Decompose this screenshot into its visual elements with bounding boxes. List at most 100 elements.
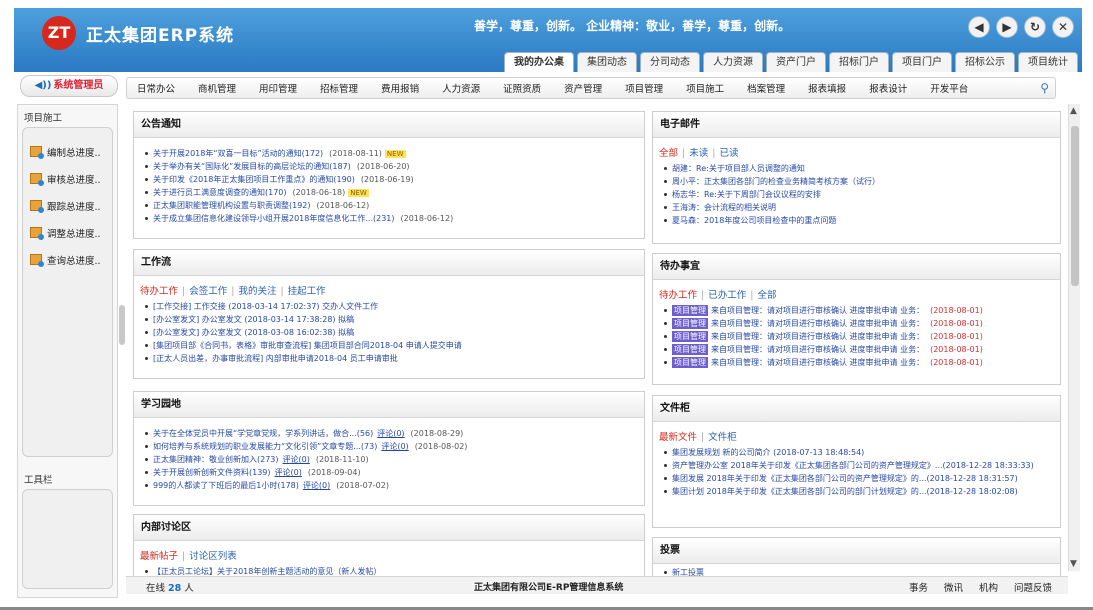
footer-link-affairs[interactable]: 事务 <box>909 580 928 594</box>
scrollbar-thumb[interactable] <box>1071 126 1079 286</box>
portal-tabs: 我的办公桌 集团动态 分司动态 人力资源 资产门户 招标门户 项目门户 招标公示… <box>504 52 1078 72</box>
sidebar-item-query[interactable]: 查询总进度.. <box>23 246 112 273</box>
sidebar-item-adjust[interactable]: 调整总进度.. <box>23 219 112 246</box>
admin-user-button[interactable]: ◀)) 系统管理员 <box>20 75 118 97</box>
list-item[interactable]: 项目管理 来自项目管理：请对项目进行审核确认 进度审批申请 业务： (2018-08… <box>653 330 1060 343</box>
list-item[interactable]: 项目管理 来自项目管理：请对项目进行审核确认 进度审批申请 业务： (2018-08… <box>653 304 1060 317</box>
refresh-icon[interactable]: ↻ <box>1024 16 1046 38</box>
tab-countersign[interactable]: 会签工作 <box>189 286 227 297</box>
tab-hr[interactable]: 人力资源 <box>703 52 763 72</box>
forward-icon[interactable]: ▶ <box>996 16 1018 38</box>
nav-hr[interactable]: 人力资源 <box>442 81 480 95</box>
list-item[interactable]: 集团发展 2018年关于印发《正太集团各部门公司的资产管理规定》的...(201… <box>653 472 1060 485</box>
tab-mail-unread[interactable]: 未读 <box>689 148 708 159</box>
nav-dev-platform[interactable]: 开发平台 <box>930 81 968 95</box>
nav-archives[interactable]: 档案管理 <box>747 81 785 95</box>
sidebar-splitter[interactable] <box>119 305 125 345</box>
footer-link-feedback[interactable]: 问题反馈 <box>1014 580 1052 594</box>
close-icon[interactable]: ✕ <box>1052 16 1074 38</box>
tab-latest-posts[interactable]: 最新帖子 <box>140 551 178 562</box>
list-item[interactable]: [工作交接] 工作交接 (2018-03-14 17:02:37) 交办人文件工… <box>134 300 644 313</box>
list-item[interactable]: 关于在全体党员中开展“学党章党规，学系列讲话，做合...(56) 评论(0) (20… <box>134 427 644 440</box>
nav-daily-office[interactable]: 日常办公 <box>137 81 175 95</box>
list-item[interactable]: 关于进行员工满意度调查的通知(170) (2018-06-18) NEW <box>134 186 644 199</box>
list-item[interactable]: 王海涛：会计流程的相关说明 <box>653 201 1060 214</box>
list-item[interactable]: [办公室发文] 办公室发文 (2018-03-14 17:38:28) 拟稿 <box>134 313 644 326</box>
list-item[interactable]: 胡建：Re:关于项目部人员调整的通知 <box>653 162 1060 175</box>
back-icon[interactable]: ◀ <box>968 16 990 38</box>
tab-mail-read[interactable]: 已读 <box>719 148 738 159</box>
tab-mail-all[interactable]: 全部 <box>659 148 678 159</box>
workflow-panel: 工作流 待办工作 | 会签工作 | 我的关注 | 挂起工作 [工作交接] 工作交接 (201… <box>133 249 645 379</box>
list-item[interactable]: 正太集团职能管理机构设置与职责调整(192) (2018-06-12) <box>134 199 644 212</box>
comment-link[interactable]: 评论(0) <box>381 441 408 452</box>
sidebar-item-review[interactable]: 审核总进度.. <box>23 165 112 192</box>
comment-link[interactable]: 评论(0) <box>377 428 404 439</box>
nav-certificates[interactable]: 证照资质 <box>503 81 541 95</box>
nav-project-mgmt[interactable]: 项目管理 <box>625 81 663 95</box>
list-item[interactable]: 资产管理办公室 2018年关于印发《正太集团各部门公司的资产管理规定》...(2… <box>653 459 1060 472</box>
comment-link[interactable]: 评论(0) <box>303 480 330 491</box>
list-item[interactable]: 关于开展2018年“双喜一目标”活动的通知(172) (2018-08-11) NE… <box>134 147 644 160</box>
tab-project-stats[interactable]: 项目统计 <box>1018 52 1078 72</box>
tab-bid-announcement[interactable]: 招标公示 <box>955 52 1015 72</box>
nav-expense[interactable]: 费用报销 <box>381 81 419 95</box>
tab-project-portal[interactable]: 项目门户 <box>892 52 952 72</box>
list-item[interactable]: 如何培养与系统规划的职业发展能力“文化引领”文章专题...(73) 评论(0) (2… <box>134 440 644 453</box>
search-icon[interactable]: ⚲ <box>1040 81 1049 95</box>
list-item[interactable]: 关于印发《2018年正太集团项目工作重点》的通知(190) (2018-06-19… <box>134 173 644 186</box>
list-item[interactable]: [集团项目部《合同书，表格》审批审查流程] 集团项目部合同2018-04 申请人… <box>134 339 644 352</box>
list-item[interactable]: 正太集团精神：敬业创新加入(273) 评论(0) (2018-11-10) <box>134 453 644 466</box>
footer-link-organization[interactable]: 机构 <box>979 580 998 594</box>
list-item[interactable]: 周小平：正太集团各部门的检查业务精简考核方案（试行） <box>653 175 1060 188</box>
tab-latest-files[interactable]: 最新文件 <box>659 432 697 443</box>
nav-seal[interactable]: 用印管理 <box>259 81 297 95</box>
tab-branch-news[interactable]: 分司动态 <box>640 52 700 72</box>
list-item[interactable]: 杨志华：Re:关于下周部门会议议程的安排 <box>653 188 1060 201</box>
list-item[interactable]: 项目管理 来自项目管理：请对项目进行审核确认 进度审批申请 业务： (2018-08… <box>653 356 1060 369</box>
nav-assets[interactable]: 资产管理 <box>564 81 602 95</box>
page-scrollbar[interactable]: ▲ ▼ <box>1068 104 1080 571</box>
sidebar-item-compile[interactable]: 编制总进度.. <box>23 138 112 165</box>
tab-my-desk[interactable]: 我的办公桌 <box>504 52 574 72</box>
list-item[interactable]: 集团计划 2018年关于印发《正太集团各部门公司的部门计划规定》的...(201… <box>653 485 1060 498</box>
tab-forum-list[interactable]: 讨论区列表 <box>189 551 237 562</box>
panel-title: 投票 <box>653 538 1060 564</box>
tab-todo-all[interactable]: 全部 <box>757 290 776 301</box>
list-item[interactable]: 关于开展创新创新文件资料(139) 评论(0) (2018-09-04) <box>134 466 644 479</box>
sidebar-item-track[interactable]: 跟踪总进度.. <box>23 192 112 219</box>
list-item[interactable]: [办公室发文] 办公室发文 (2018-03-08 16:02:38) 拟稿 <box>134 326 644 339</box>
chevron-up-icon[interactable]: ▲ <box>1070 106 1077 116</box>
nav-report-design[interactable]: 报表设计 <box>869 81 907 95</box>
tab-todo-pending[interactable]: 待办工作 <box>659 290 697 301</box>
nav-construction[interactable]: 项目施工 <box>686 81 724 95</box>
sidebar-item-label: 审核总进度.. <box>47 174 101 186</box>
tab-assets-portal[interactable]: 资产门户 <box>766 52 826 72</box>
nav-report-fill[interactable]: 报表填报 <box>808 81 846 95</box>
panel-title: 电子邮件 <box>653 112 1060 138</box>
tab-pending-work[interactable]: 待办工作 <box>140 286 178 297</box>
list-item[interactable]: 夏马森：2018年度公司项目检查中的重点问题 <box>653 214 1060 227</box>
vote-panel: 投票 新工投票 <box>652 537 1061 577</box>
footer-link-messages[interactable]: 微讯 <box>944 580 963 594</box>
study-panel: 学习园地 关于在全体党员中开展“学党章党规，学系列讲话，做合...(56) 评论(… <box>133 391 645 506</box>
tab-group-news[interactable]: 集团动态 <box>577 52 637 72</box>
tab-bidding-portal[interactable]: 招标门户 <box>829 52 889 72</box>
nav-business[interactable]: 商机管理 <box>198 81 236 95</box>
tab-todo-done[interactable]: 已办工作 <box>708 290 746 301</box>
tab-file-cabinet[interactable]: 文件柜 <box>708 432 737 443</box>
admin-label: 系统管理员 <box>53 80 104 91</box>
list-item[interactable]: 项目管理 来自项目管理：请对项目进行审核确认 进度审批申请 业务： (2018-08… <box>653 317 1060 330</box>
tab-suspended[interactable]: 挂起工作 <box>288 286 326 297</box>
list-item[interactable]: [正太人员出差，办事审批流程] 内部审批申请2018-04 员工申请审批 <box>134 352 644 365</box>
nav-bidding[interactable]: 招标管理 <box>320 81 358 95</box>
list-item[interactable]: 集团发展规划 新的公司简介 (2018-07-13 18:48:54) <box>653 446 1060 459</box>
list-item[interactable]: 关于成立集团信息化建设领导小组开展2018年度信息化工作...(231) (201… <box>134 212 644 225</box>
list-item[interactable]: 999的人都读了下班后的最后1小时(178) 评论(0) (2018-07-02) <box>134 479 644 492</box>
list-item[interactable]: 项目管理 来自项目管理：请对项目进行审核确认 进度审批申请 业务： (2018-08… <box>653 343 1060 356</box>
tab-my-follow[interactable]: 我的关注 <box>238 286 276 297</box>
comment-link[interactable]: 评论(0) <box>275 467 302 478</box>
comment-link[interactable]: 评论(0) <box>283 454 310 465</box>
chevron-down-icon[interactable]: ▼ <box>1070 559 1077 569</box>
list-item[interactable]: 关于举办有关“国际化”发展目标的高层论坛的通知(187) (2018-06-20) <box>134 160 644 173</box>
